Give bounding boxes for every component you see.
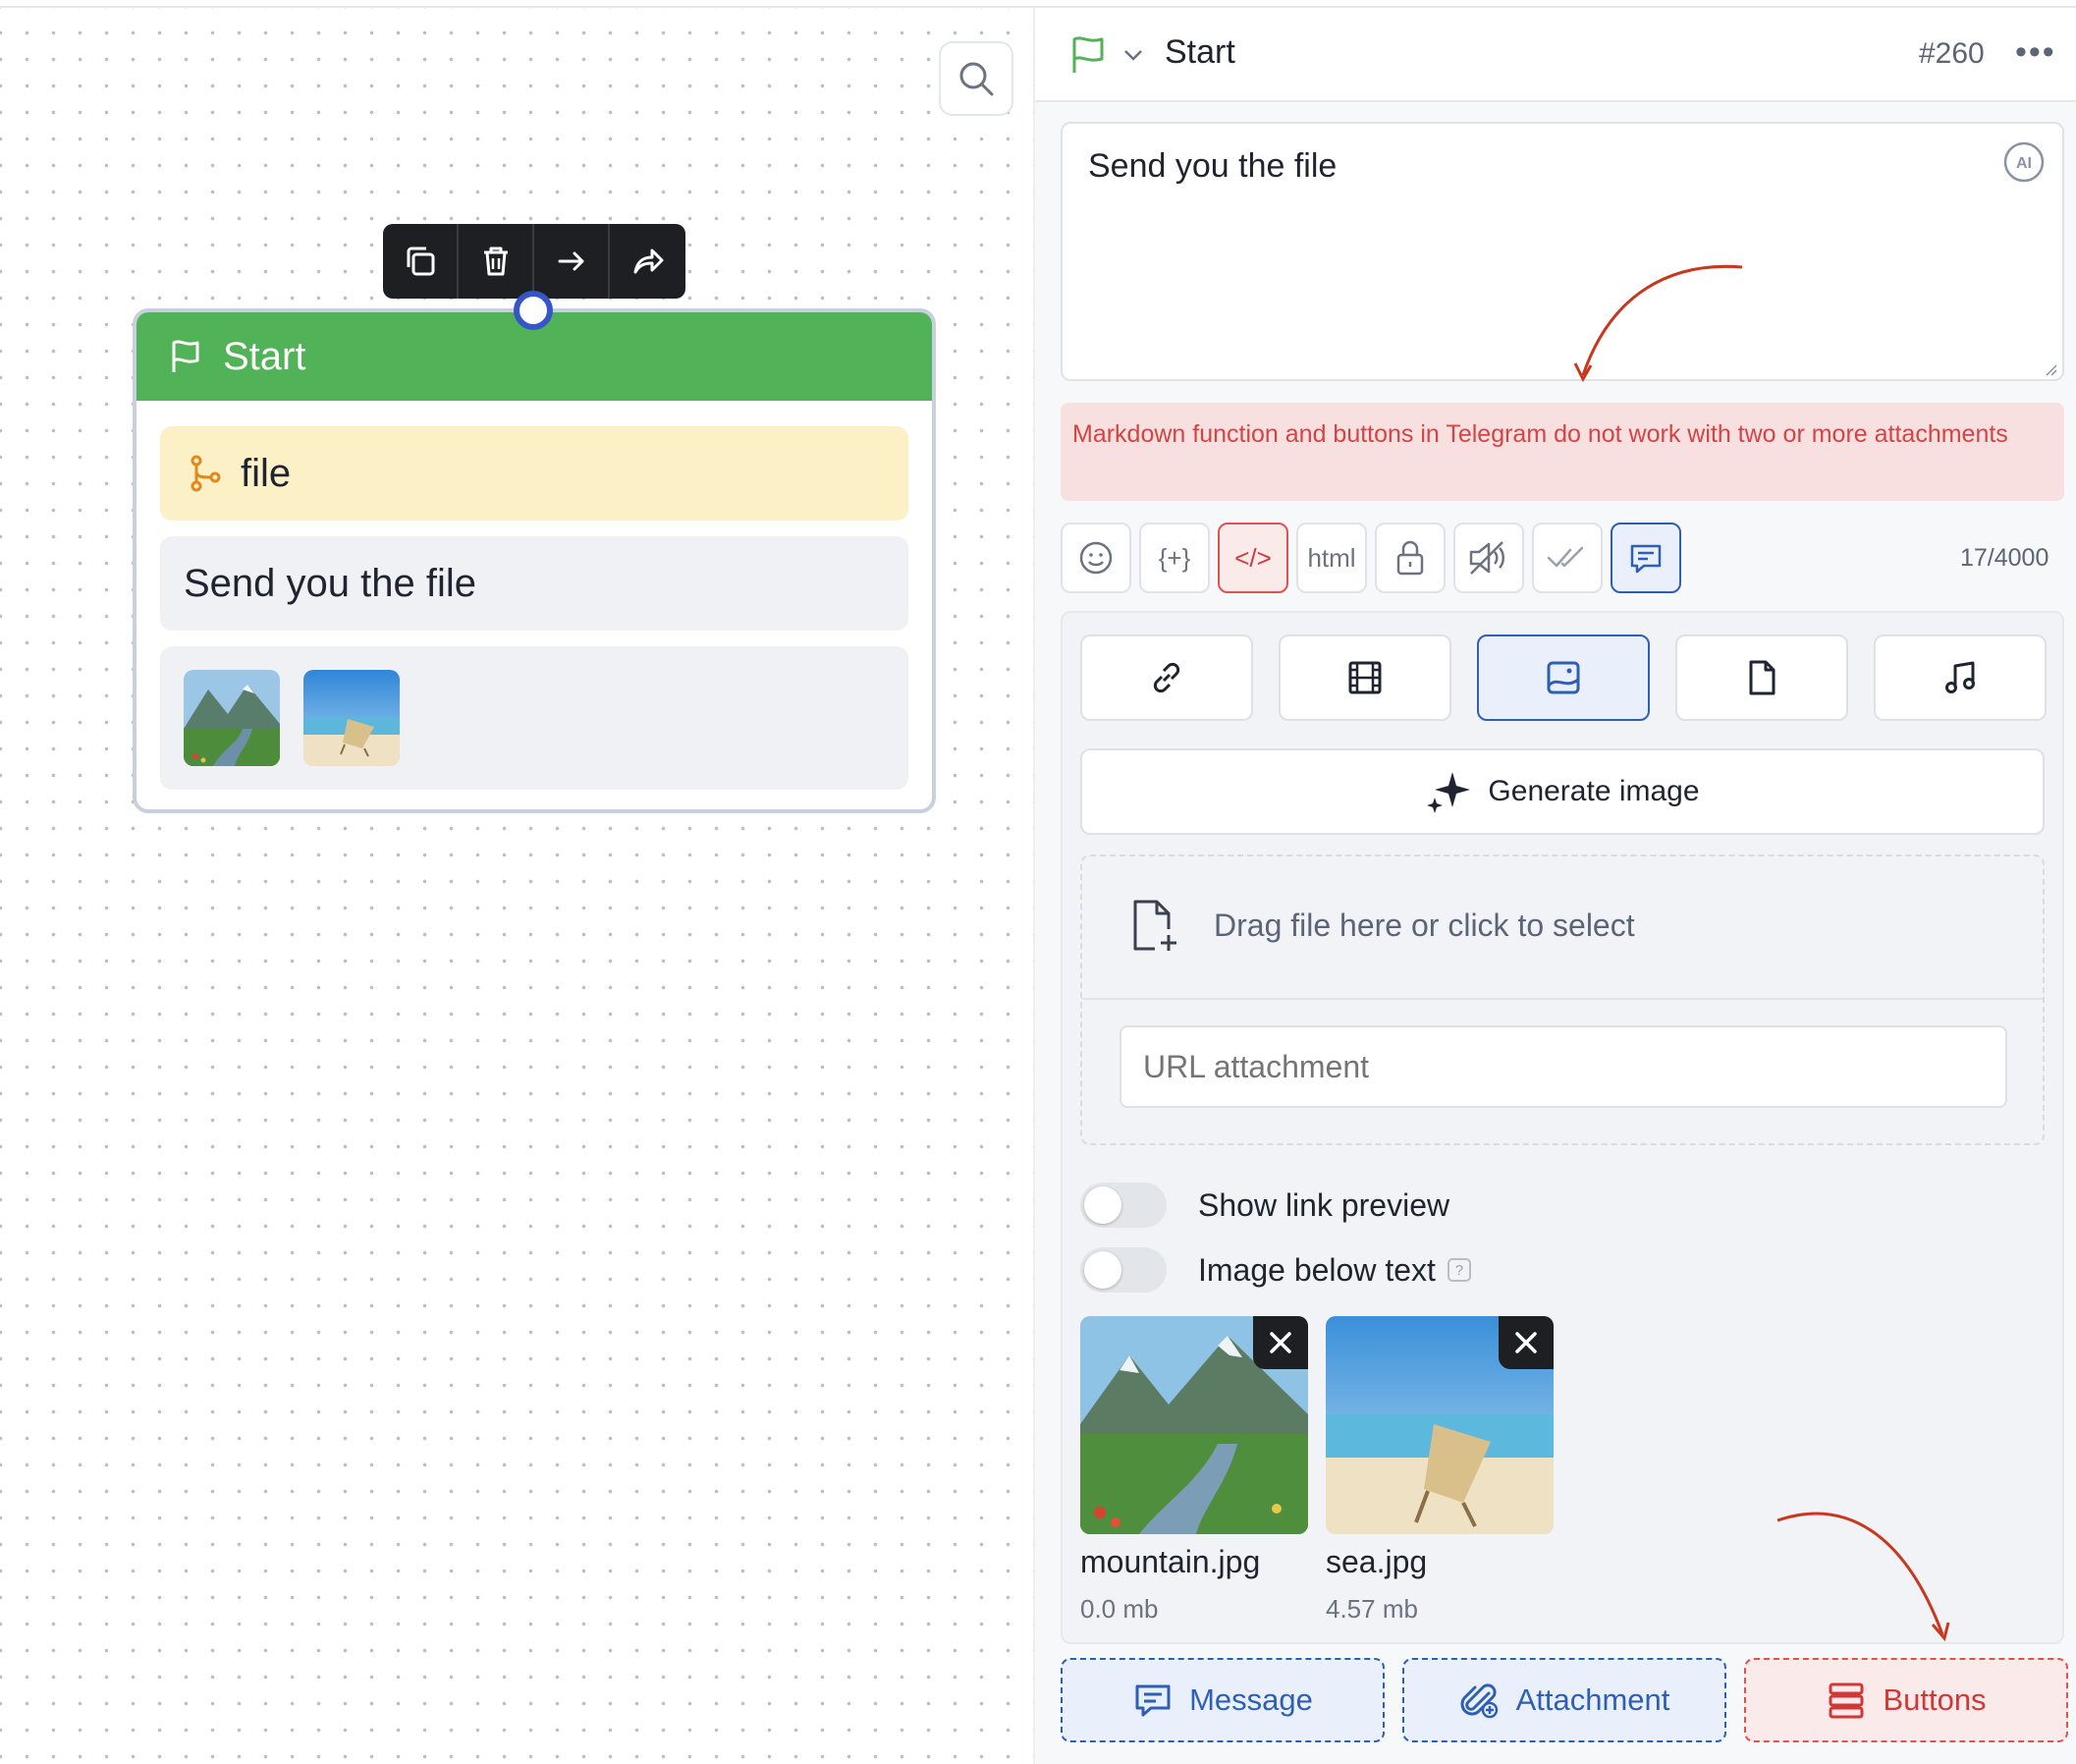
annotation-arrow-icon <box>1581 264 1743 376</box>
annotation-arrow-icon <box>1776 1512 1944 1635</box>
annotation-arrows <box>1573 264 1950 1642</box>
